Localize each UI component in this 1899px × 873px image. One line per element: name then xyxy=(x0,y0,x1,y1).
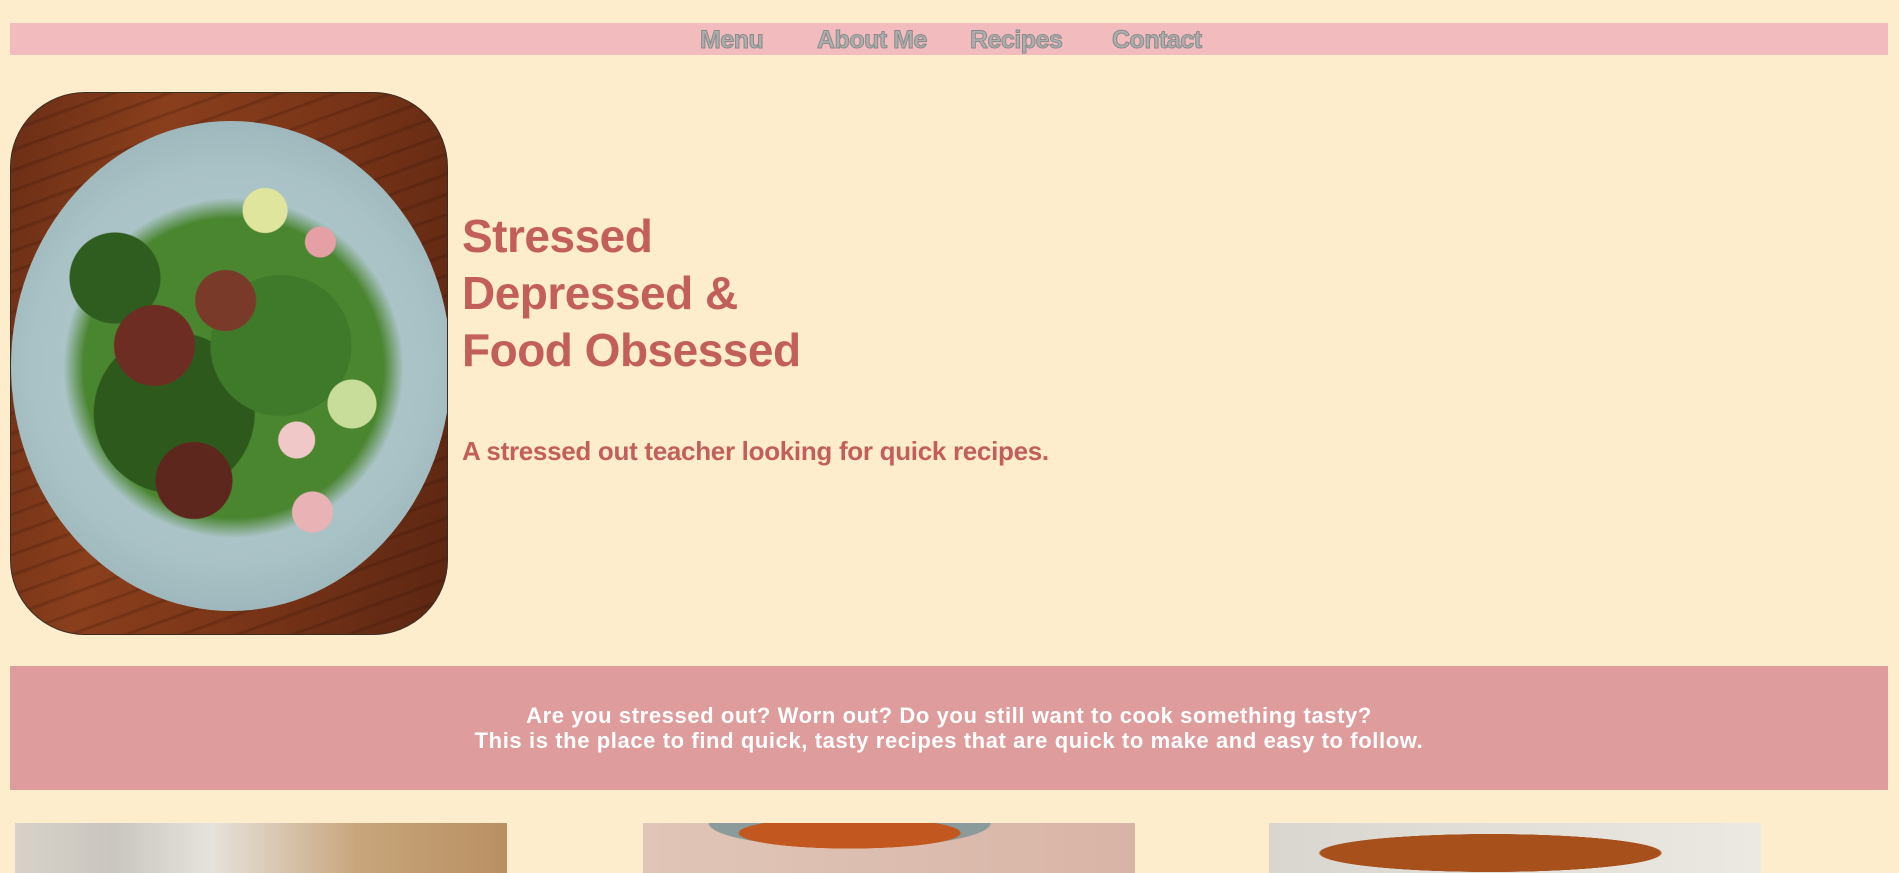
hero-salad-image xyxy=(10,92,448,635)
recipe-card-image-2[interactable] xyxy=(643,823,1135,873)
top-navigation-bar: Menu About Me Recipes Contact xyxy=(10,23,1888,55)
recipe-card-image-1[interactable] xyxy=(15,823,507,873)
hero-title: Stressed Depressed & Food Obsessed xyxy=(462,208,801,379)
hero-title-line-2: Depressed & xyxy=(462,267,738,319)
nav-about-me-link[interactable]: About Me xyxy=(817,26,928,55)
intro-line-2: This is the place to find quick, tasty r… xyxy=(474,728,1424,753)
intro-line-1: Are you stressed out? Worn out? Do you s… xyxy=(526,703,1372,728)
nav-contact-link[interactable]: Contact xyxy=(1112,26,1203,55)
recipe-card-image-3[interactable] xyxy=(1269,823,1761,873)
intro-banner: Are you stressed out? Worn out? Do you s… xyxy=(10,666,1888,790)
nav-menu-link[interactable]: Menu xyxy=(699,26,764,55)
hero-title-line-1: Stressed xyxy=(462,210,653,262)
hero-title-line-3: Food Obsessed xyxy=(462,324,801,376)
nav-recipes-link[interactable]: Recipes xyxy=(969,26,1063,55)
steak-salad xyxy=(36,143,431,593)
hero-tagline: A stressed out teacher looking for quick… xyxy=(462,436,1049,466)
